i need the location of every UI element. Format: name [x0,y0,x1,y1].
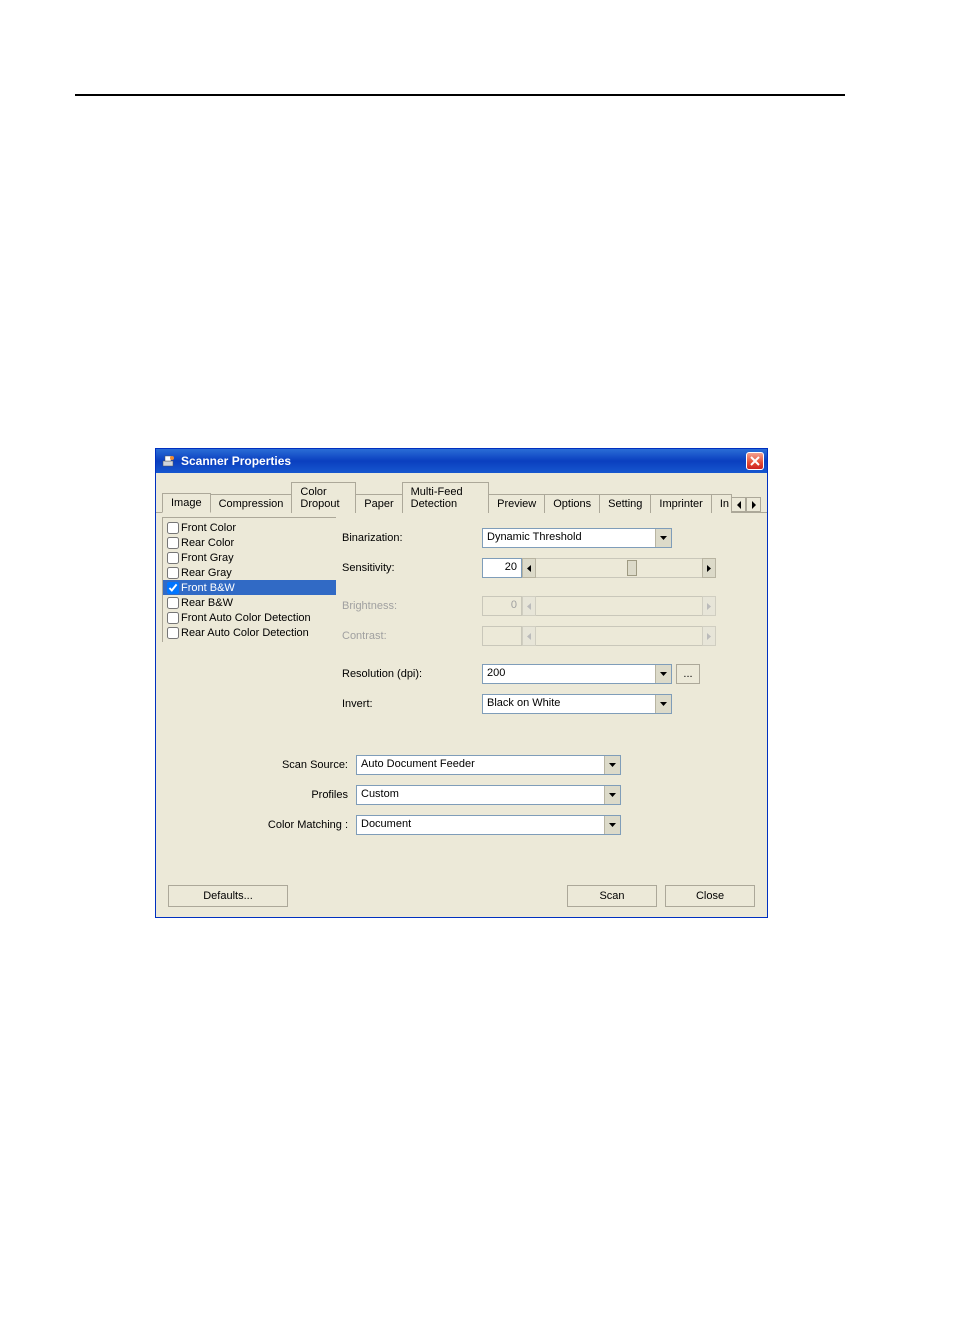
label-sensitivity: Sensitivity: [342,562,482,574]
checkbox[interactable] [167,552,179,564]
check-label: Rear Color [181,537,234,549]
invert-combo[interactable]: Black on White [482,694,672,714]
checkbox[interactable] [167,627,179,639]
checkbox[interactable] [167,537,179,549]
scanner-properties-window: Scanner Properties Image Compression Col… [155,448,768,918]
check-label: Rear B&W [181,597,233,609]
label-brightness: Brightness: [342,600,482,612]
tab-setting[interactable]: Setting [599,494,651,513]
check-front-color[interactable]: Front Color [163,520,336,535]
arrow-left-icon [522,626,536,646]
check-front-bw[interactable]: Front B&W [163,580,336,595]
combo-value: Black on White [483,695,655,713]
tab-image[interactable]: Image [162,493,211,513]
combo-value: Dynamic Threshold [483,529,655,547]
close-button[interactable] [746,452,764,470]
resolution-more-button[interactable]: ... [676,664,700,684]
label-contrast: Contrast: [342,630,482,642]
slider-track [536,596,702,616]
chevron-down-icon[interactable] [655,665,671,683]
chevron-down-icon[interactable] [655,529,671,547]
tab-paper[interactable]: Paper [355,494,402,513]
close-icon [750,456,760,466]
defaults-button[interactable]: Defaults... [168,885,288,907]
window-title: Scanner Properties [181,454,746,468]
check-rear-auto-color[interactable]: Rear Auto Color Detection [163,625,336,640]
brightness-slider: 0 [482,596,716,616]
contrast-slider [482,626,716,646]
tab-color-dropout[interactable]: Color Dropout [291,482,356,513]
tab-preview[interactable]: Preview [488,494,545,513]
tabs: Image Compression Color Dropout Paper Mu… [156,473,767,513]
tab-compression[interactable]: Compression [210,494,293,513]
chevron-down-icon[interactable] [604,756,620,774]
check-rear-color[interactable]: Rear Color [163,535,336,550]
checkbox[interactable] [167,597,179,609]
check-rear-gray[interactable]: Rear Gray [163,565,336,580]
arrow-right-icon [702,626,716,646]
arrow-right-icon [702,596,716,616]
brightness-value: 0 [482,596,522,616]
tab-options[interactable]: Options [544,494,600,513]
arrow-left-icon [736,501,742,509]
tab-imprinter[interactable]: Imprinter [650,494,711,513]
tab-multifeed[interactable]: Multi-Feed Detection [402,482,489,513]
resolution-combo[interactable]: 200 [482,664,672,684]
tab-content: Front Color Rear Color Front Gray Rear G… [156,513,767,731]
sensitivity-slider[interactable]: 20 [482,558,716,578]
chevron-down-icon[interactable] [655,695,671,713]
check-label: Front B&W [181,582,235,594]
tab-scroll [731,497,761,512]
label-invert: Invert: [342,698,482,710]
combo-value: 200 [483,665,655,683]
check-label: Front Auto Color Detection [181,612,311,624]
slider-track [536,626,702,646]
titlebar: Scanner Properties [156,449,767,473]
image-select-list: Front Color Rear Color Front Gray Rear G… [156,513,336,731]
checkbox[interactable] [167,567,179,579]
check-label: Front Color [181,522,236,534]
color-matching-combo[interactable]: Document [356,815,621,835]
tab-scroll-left[interactable] [731,497,746,512]
combo-value: Document [357,816,604,834]
arrow-right-icon[interactable] [702,558,716,578]
check-front-auto-color[interactable]: Front Auto Color Detection [163,610,336,625]
label-binarization: Binarization: [342,532,482,544]
scan-source-combo[interactable]: Auto Document Feeder [356,755,621,775]
checkbox[interactable] [167,582,179,594]
settings-panel: Binarization: Dynamic Threshold Sensitiv… [336,513,767,731]
checkbox[interactable] [167,612,179,624]
combo-value: Custom [357,786,604,804]
chevron-down-icon[interactable] [604,816,620,834]
footer-buttons: Defaults... Scan Close [156,855,767,917]
slider-track[interactable] [536,558,702,578]
label-color-matching: Color Matching : [176,819,356,831]
close-dialog-button[interactable]: Close [665,885,755,907]
slider-thumb[interactable] [627,560,637,576]
sensitivity-value: 20 [482,558,522,578]
arrow-right-icon [751,501,757,509]
check-front-gray[interactable]: Front Gray [163,550,336,565]
check-rear-bw[interactable]: Rear B&W [163,595,336,610]
combo-value: Auto Document Feeder [357,756,604,774]
tab-scroll-right[interactable] [746,497,761,512]
label-scan-source: Scan Source: [176,759,356,771]
chevron-down-icon[interactable] [604,786,620,804]
tab-overflow[interactable]: In [711,494,732,513]
check-label: Rear Gray [181,567,232,579]
check-label: Rear Auto Color Detection [181,627,309,639]
document-divider [75,94,845,96]
check-label: Front Gray [181,552,234,564]
arrow-left-icon [522,596,536,616]
checkbox[interactable] [167,522,179,534]
label-resolution: Resolution (dpi): [342,668,482,680]
profiles-combo[interactable]: Custom [356,785,621,805]
binarization-combo[interactable]: Dynamic Threshold [482,528,672,548]
label-profiles: Profiles [176,789,356,801]
bottom-settings: Scan Source: Auto Document Feeder Profil… [156,731,767,855]
arrow-left-icon[interactable] [522,558,536,578]
scan-button[interactable]: Scan [567,885,657,907]
app-icon [162,454,176,468]
contrast-value [482,626,522,646]
